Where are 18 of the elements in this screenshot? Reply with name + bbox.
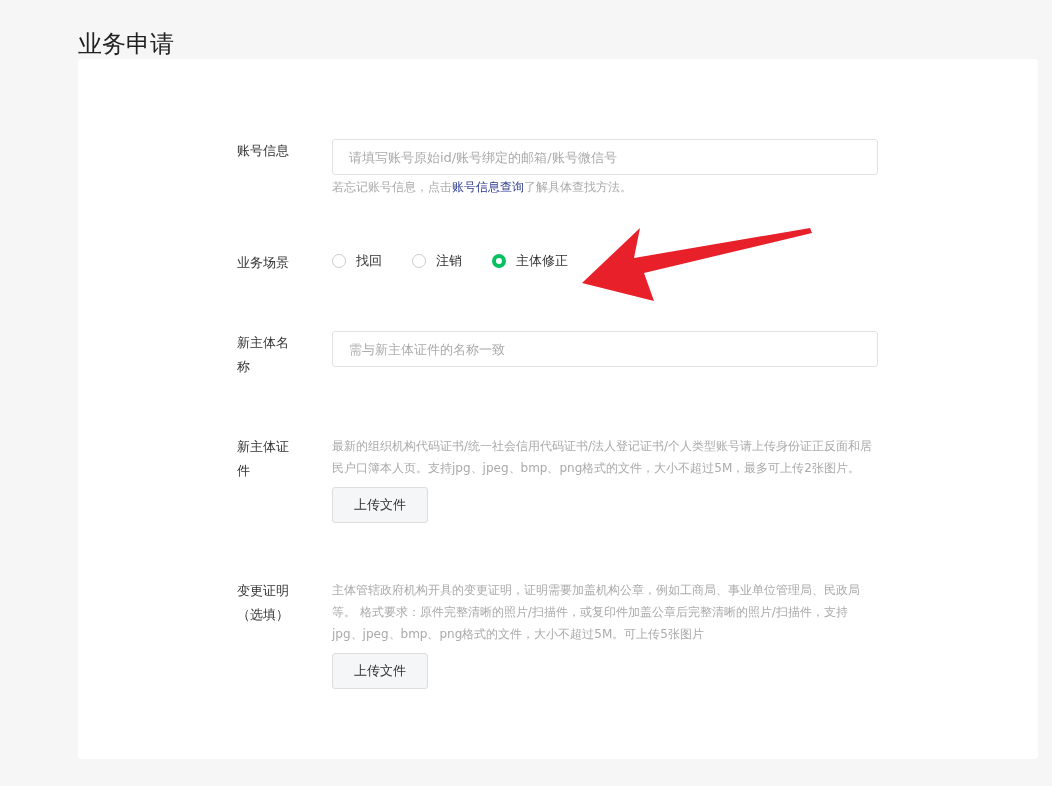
- radio-option[interactable]: 找回: [332, 251, 382, 271]
- radio-icon[interactable]: [492, 254, 506, 268]
- upload-description: 最新的组织机构代码证书/统一社会信用代码证书/法人登记证书/个人类型账号请上传身份证正反面和居民户口簿本人页。支持jpg、jpeg、bmp、png格式的文件，大小不超过5M，最多可上传2张图片。: [332, 438, 874, 477]
- account-lookup-link[interactable]: 账号信息查询: [452, 180, 524, 194]
- hint-text: 了解具体查找方法。: [524, 180, 632, 194]
- field-label: 变更证明（选填）: [237, 582, 290, 624]
- hint-text: 若忘记账号信息，点击: [332, 180, 452, 194]
- page-title: 业务申请: [78, 29, 175, 59]
- radio-option[interactable]: 注销: [412, 251, 462, 271]
- input-field[interactable]: 请填写账号原始id/账号绑定的邮箱/账号微信号: [332, 139, 878, 175]
- field-label: 新主体名称: [237, 334, 290, 376]
- field-label: 业务场景: [237, 254, 290, 272]
- field-label: 账号信息: [237, 142, 290, 160]
- upload-button[interactable]: 上传文件: [332, 653, 428, 689]
- upload-button[interactable]: 上传文件: [332, 487, 428, 523]
- radio-option[interactable]: 主体修正: [492, 251, 568, 271]
- field-label: 新主体证件: [237, 438, 290, 480]
- upload-description: 主体管辖政府机构开具的变更证明，证明需要加盖机构公章，例如工商局、事业单位管理局、民政局等。 格式要求：原件完整清晰的照片/扫描件，或复印件加盖公章后完整清晰的照片/扫描件，支持jpg、jpeg、bmp、png格式的文件，大小不超过5M。可上传5张图片: [332, 582, 861, 643]
